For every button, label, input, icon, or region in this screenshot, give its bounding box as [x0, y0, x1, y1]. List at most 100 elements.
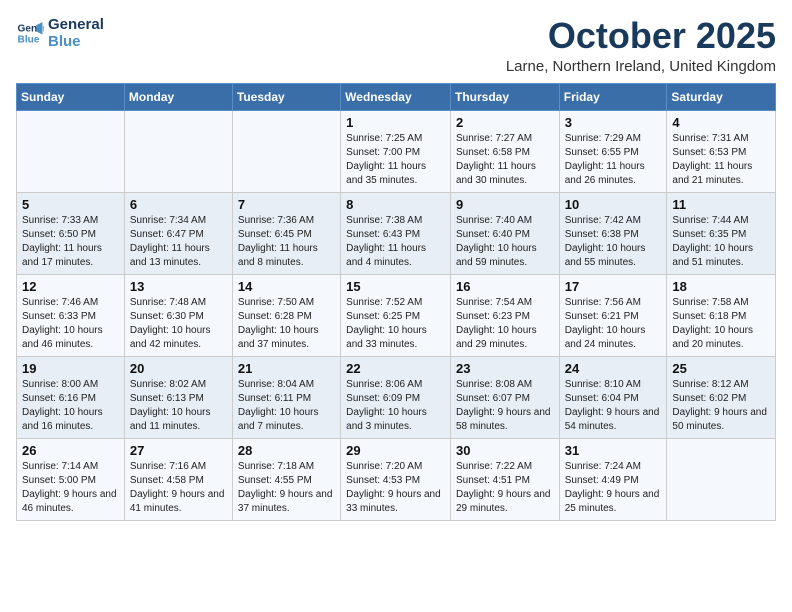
calendar-cell: 5Sunrise: 7:33 AM Sunset: 6:50 PM Daylig…	[17, 192, 125, 274]
day-info: Sunrise: 7:16 AM Sunset: 4:58 PM Dayligh…	[130, 460, 227, 516]
day-number: 7	[238, 197, 335, 212]
day-info: Sunrise: 8:08 AM Sunset: 6:07 PM Dayligh…	[456, 378, 554, 434]
calendar-cell: 22 Sunrise: 8:06 AM Sunset: 6:09 PM Dayli…	[341, 356, 451, 438]
day-number: 27	[130, 443, 227, 458]
day-number: 31	[565, 443, 662, 458]
header-day: Monday	[124, 83, 232, 110]
day-number: 14	[238, 279, 335, 294]
day-number: 17	[565, 279, 662, 294]
day-info: Sunrise: 7:58 AM Sunset: 6:18 PM Dayligh…	[672, 296, 770, 352]
calendar-cell: 24 Sunrise: 8:10 AM Sunset: 6:04 PM Dayli…	[559, 356, 667, 438]
calendar-cell	[17, 110, 125, 192]
calendar-cell	[667, 438, 776, 520]
svg-text:Blue: Blue	[18, 34, 40, 45]
calendar-subtitle: Larne, Northern Ireland, United Kingdom	[506, 58, 776, 75]
day-info: Sunrise: 7:48 AM Sunset: 6:30 PM Dayligh…	[130, 296, 227, 352]
logo-line2: Blue	[48, 33, 104, 50]
day-info: Sunrise: 7:18 AM Sunset: 4:55 PM Dayligh…	[238, 460, 335, 516]
day-number: 8	[346, 197, 445, 212]
day-number: 3	[565, 115, 662, 130]
day-number: 24	[565, 361, 662, 376]
day-info: Sunrise: 7:20 AM Sunset: 4:53 PM Dayligh…	[346, 460, 445, 516]
calendar-cell: 10 Sunrise: 7:42 AM Sunset: 6:38 PM Dayli…	[559, 192, 667, 274]
calendar-cell: 29 Sunrise: 7:20 AM Sunset: 4:53 PM Dayli…	[341, 438, 451, 520]
day-number: 10	[565, 197, 662, 212]
day-number: 16	[456, 279, 554, 294]
calendar-cell: 30 Sunrise: 7:22 AM Sunset: 4:51 PM Dayli…	[450, 438, 559, 520]
day-number: 18	[672, 279, 770, 294]
calendar-cell: 16 Sunrise: 7:54 AM Sunset: 6:23 PM Dayli…	[450, 274, 559, 356]
calendar-cell: 27 Sunrise: 7:16 AM Sunset: 4:58 PM Dayli…	[124, 438, 232, 520]
calendar-cell: 23 Sunrise: 8:08 AM Sunset: 6:07 PM Dayli…	[450, 356, 559, 438]
day-info: Sunrise: 7:34 AM Sunset: 6:47 PM Dayligh…	[130, 214, 227, 270]
calendar-header: SundayMondayTuesdayWednesdayThursdayFrid…	[17, 83, 776, 110]
day-info: Sunrise: 8:06 AM Sunset: 6:09 PM Dayligh…	[346, 378, 445, 434]
day-info: Sunrise: 7:14 AM Sunset: 5:00 PM Dayligh…	[22, 460, 119, 516]
calendar-cell: 4 Sunrise: 7:31 AM Sunset: 6:53 PM Daylig…	[667, 110, 776, 192]
day-info: Sunrise: 7:31 AM Sunset: 6:53 PM Dayligh…	[672, 132, 770, 188]
calendar-title: October 2025	[506, 16, 776, 56]
day-info: Sunrise: 7:27 AM Sunset: 6:58 PM Dayligh…	[456, 132, 554, 188]
calendar-cell: 21 Sunrise: 8:04 AM Sunset: 6:11 PM Dayli…	[232, 356, 340, 438]
calendar-cell: 25Sunrise: 8:12 AM Sunset: 6:02 PM Dayli…	[667, 356, 776, 438]
header-day: Saturday	[667, 83, 776, 110]
day-number: 9	[456, 197, 554, 212]
day-info: Sunrise: 7:42 AM Sunset: 6:38 PM Dayligh…	[565, 214, 662, 270]
day-number: 13	[130, 279, 227, 294]
calendar-table: SundayMondayTuesdayWednesdayThursdayFrid…	[16, 83, 776, 521]
day-info: Sunrise: 7:22 AM Sunset: 4:51 PM Dayligh…	[456, 460, 554, 516]
calendar-cell: 7 Sunrise: 7:36 AM Sunset: 6:45 PM Daylig…	[232, 192, 340, 274]
day-info: Sunrise: 7:29 AM Sunset: 6:55 PM Dayligh…	[565, 132, 662, 188]
calendar-cell: 28Sunrise: 7:18 AM Sunset: 4:55 PM Dayli…	[232, 438, 340, 520]
day-info: Sunrise: 8:10 AM Sunset: 6:04 PM Dayligh…	[565, 378, 662, 434]
day-info: Sunrise: 7:25 AM Sunset: 7:00 PM Dayligh…	[346, 132, 445, 188]
header-day: Tuesday	[232, 83, 340, 110]
calendar-cell: 2Sunrise: 7:27 AM Sunset: 6:58 PM Daylig…	[450, 110, 559, 192]
day-number: 23	[456, 361, 554, 376]
calendar-week-row: 1Sunrise: 7:25 AM Sunset: 7:00 PM Daylig…	[17, 110, 776, 192]
day-number: 30	[456, 443, 554, 458]
title-section: October 2025 Larne, Northern Ireland, Un…	[506, 16, 776, 75]
calendar-cell	[232, 110, 340, 192]
calendar-cell: 19 Sunrise: 8:00 AM Sunset: 6:16 PM Dayli…	[17, 356, 125, 438]
header-day: Thursday	[450, 83, 559, 110]
day-info: Sunrise: 7:24 AM Sunset: 4:49 PM Dayligh…	[565, 460, 662, 516]
day-info: Sunrise: 7:40 AM Sunset: 6:40 PM Dayligh…	[456, 214, 554, 270]
calendar-cell: 17 Sunrise: 7:56 AM Sunset: 6:21 PM Dayli…	[559, 274, 667, 356]
day-number: 29	[346, 443, 445, 458]
day-info: Sunrise: 7:54 AM Sunset: 6:23 PM Dayligh…	[456, 296, 554, 352]
calendar-cell: 6 Sunrise: 7:34 AM Sunset: 6:47 PM Daylig…	[124, 192, 232, 274]
calendar-cell: 13 Sunrise: 7:48 AM Sunset: 6:30 PM Dayli…	[124, 274, 232, 356]
calendar-cell: 15 Sunrise: 7:52 AM Sunset: 6:25 PM Dayli…	[341, 274, 451, 356]
day-number: 6	[130, 197, 227, 212]
day-number: 19	[22, 361, 119, 376]
header: General Blue General Blue October 2025 L…	[16, 16, 776, 75]
day-info: Sunrise: 7:56 AM Sunset: 6:21 PM Dayligh…	[565, 296, 662, 352]
day-info: Sunrise: 8:00 AM Sunset: 6:16 PM Dayligh…	[22, 378, 119, 434]
day-number: 20	[130, 361, 227, 376]
day-number: 22	[346, 361, 445, 376]
logo: General Blue General Blue	[16, 16, 104, 50]
day-number: 12	[22, 279, 119, 294]
day-number: 5	[22, 197, 119, 212]
day-info: Sunrise: 8:02 AM Sunset: 6:13 PM Dayligh…	[130, 378, 227, 434]
logo-line1: General	[48, 16, 104, 33]
calendar-week-row: 12 Sunrise: 7:46 AM Sunset: 6:33 PM Dayli…	[17, 274, 776, 356]
day-info: Sunrise: 7:50 AM Sunset: 6:28 PM Dayligh…	[238, 296, 335, 352]
day-number: 4	[672, 115, 770, 130]
calendar-cell: 18 Sunrise: 7:58 AM Sunset: 6:18 PM Dayli…	[667, 274, 776, 356]
header-day: Sunday	[17, 83, 125, 110]
day-number: 25	[672, 361, 770, 376]
day-info: Sunrise: 7:46 AM Sunset: 6:33 PM Dayligh…	[22, 296, 119, 352]
calendar-week-row: 5Sunrise: 7:33 AM Sunset: 6:50 PM Daylig…	[17, 192, 776, 274]
day-info: Sunrise: 7:52 AM Sunset: 6:25 PM Dayligh…	[346, 296, 445, 352]
calendar-body: 1Sunrise: 7:25 AM Sunset: 7:00 PM Daylig…	[17, 110, 776, 520]
day-info: Sunrise: 7:36 AM Sunset: 6:45 PM Dayligh…	[238, 214, 335, 270]
calendar-week-row: 19 Sunrise: 8:00 AM Sunset: 6:16 PM Dayli…	[17, 356, 776, 438]
day-number: 26	[22, 443, 119, 458]
calendar-cell: 3 Sunrise: 7:29 AM Sunset: 6:55 PM Daylig…	[559, 110, 667, 192]
day-info: Sunrise: 8:04 AM Sunset: 6:11 PM Dayligh…	[238, 378, 335, 434]
day-info: Sunrise: 7:44 AM Sunset: 6:35 PM Dayligh…	[672, 214, 770, 270]
day-number: 15	[346, 279, 445, 294]
day-number: 21	[238, 361, 335, 376]
